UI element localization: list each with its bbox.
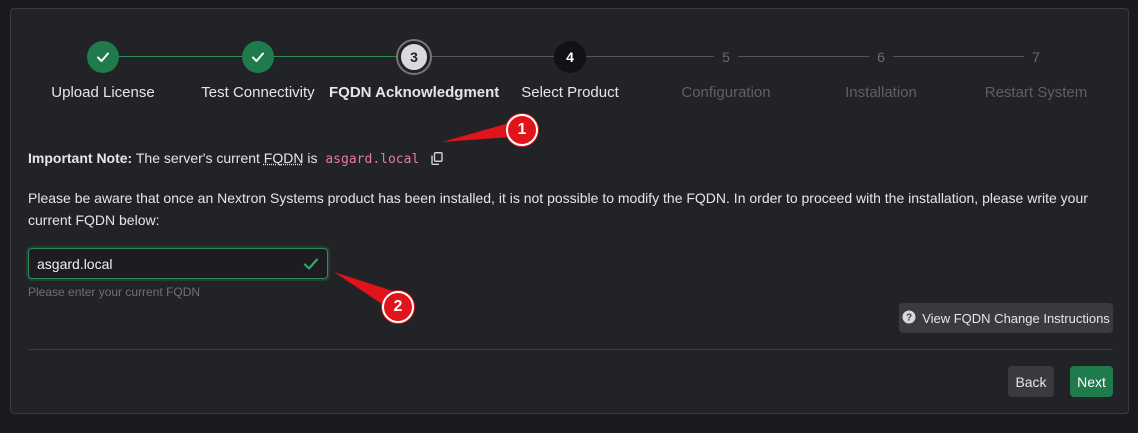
view-fqdn-instructions-label: View FQDN Change Instructions [922, 310, 1110, 326]
footer-divider [28, 349, 1113, 350]
copy-icon[interactable] [431, 152, 443, 168]
step-label: Test Connectivity [201, 84, 315, 101]
current-fqdn-value: asgard.local [325, 152, 420, 167]
check-icon [303, 256, 319, 277]
step-check-icon [87, 41, 119, 73]
annotation-badge-1: 1 [506, 114, 538, 146]
step-label: Upload License [51, 84, 155, 101]
svg-text:?: ? [906, 312, 912, 323]
step-label: Restart System [984, 84, 1088, 101]
important-note: Important Note: The server's current FQD… [28, 150, 443, 168]
back-button[interactable]: Back [1008, 366, 1054, 397]
fqdn-input-wrapper [28, 248, 328, 279]
step-connector [726, 56, 881, 57]
step-connector [258, 56, 414, 57]
annotation-badge-2: 2 [382, 291, 414, 323]
step-label: Select Product [521, 84, 619, 101]
fqdn-warning-paragraph: Please be aware that once an Nextron Sys… [28, 190, 1088, 228]
step-check-icon [242, 41, 274, 73]
step-label: FQDN Acknowledgment [329, 84, 500, 101]
fqdn-abbreviation: FQDN [263, 150, 304, 166]
step-number: 6 [869, 45, 893, 69]
view-fqdn-instructions-button[interactable]: ? View FQDN Change Instructions [899, 303, 1113, 333]
fqdn-input[interactable] [29, 249, 327, 278]
step-number: 4 [554, 41, 586, 73]
step-label: Configuration [681, 84, 771, 101]
stepper: Upload License Test Connectivity 3 FQDN … [11, 9, 1128, 119]
note-text-before: The server's current [132, 150, 264, 166]
step-connector [881, 56, 1036, 57]
wizard-panel: Upload License Test Connectivity 3 FQDN … [10, 8, 1129, 414]
note-prefix: Important Note: [28, 150, 133, 166]
note-text-after: is [303, 150, 322, 166]
next-button[interactable]: Next [1070, 366, 1113, 397]
step-connector [414, 56, 570, 57]
fqdn-input-hint: Please enter your current FQDN [28, 285, 201, 299]
step-number: 3 [398, 41, 430, 73]
step-number: 7 [1024, 45, 1048, 69]
step-connector [103, 56, 258, 57]
step-connector [570, 56, 726, 57]
step-label: Installation [845, 84, 917, 101]
step-number: 5 [714, 45, 738, 69]
question-circle-icon: ? [902, 310, 916, 327]
